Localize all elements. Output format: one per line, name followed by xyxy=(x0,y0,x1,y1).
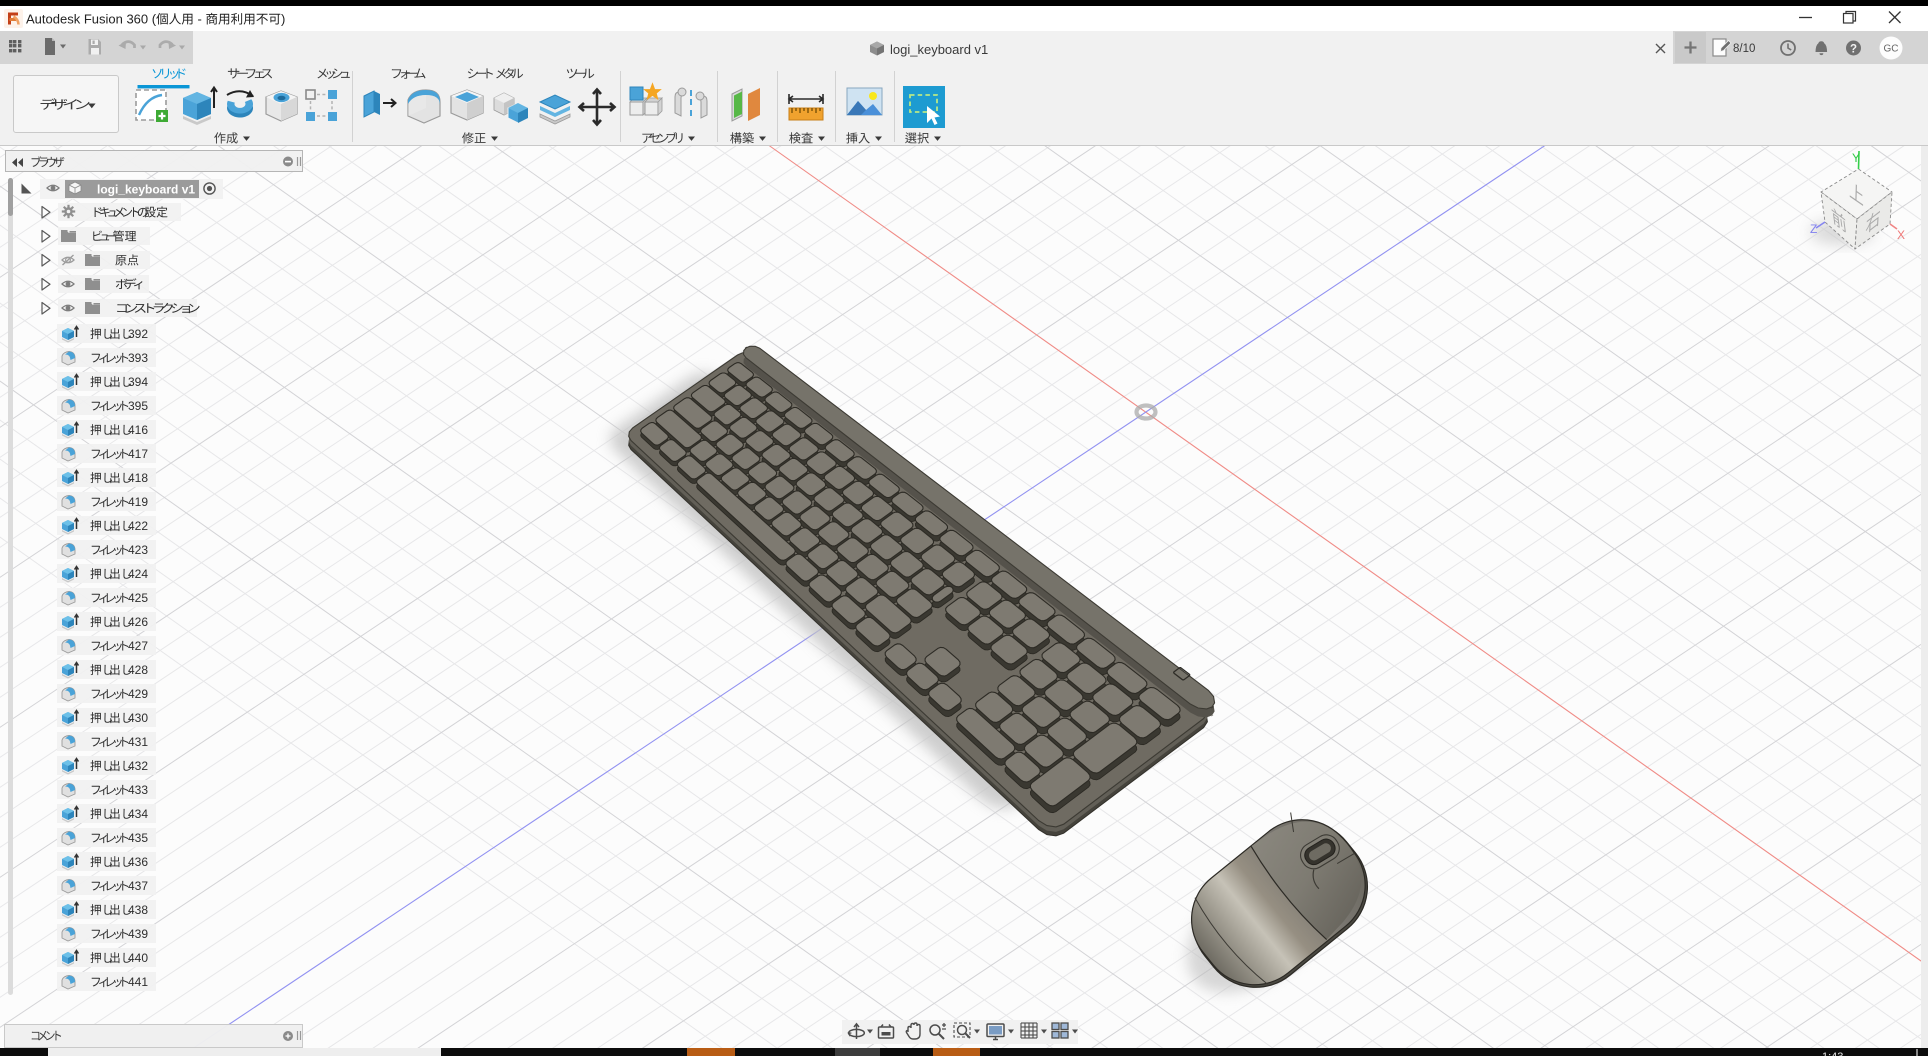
svg-text:434: 434 xyxy=(128,807,148,821)
svg-text:432: 432 xyxy=(128,759,148,773)
svg-text:426: 426 xyxy=(128,615,148,629)
svg-text:441: 441 xyxy=(128,975,148,989)
svg-text:424: 424 xyxy=(128,567,148,581)
svg-text:430: 430 xyxy=(128,711,148,725)
svg-text:-: - xyxy=(198,12,202,27)
svg-text:433: 433 xyxy=(128,783,148,797)
svg-text:437: 437 xyxy=(128,879,148,893)
svg-text:429: 429 xyxy=(128,687,148,701)
svg-text:Autodesk Fusion 360 (: Autodesk Fusion 360 ( xyxy=(26,12,157,27)
svg-text:439: 439 xyxy=(128,927,148,941)
svg-text:1:43: 1:43 xyxy=(1822,1051,1843,1056)
svg-text:440: 440 xyxy=(128,951,148,965)
svg-text:431: 431 xyxy=(128,735,148,749)
svg-text:392: 392 xyxy=(128,327,148,341)
svg-text:393: 393 xyxy=(128,351,148,365)
svg-text:logi_keyboard v1: logi_keyboard v1 xyxy=(890,42,988,57)
svg-text:): ) xyxy=(281,12,285,27)
svg-text:394: 394 xyxy=(128,375,148,389)
svg-text:8/10: 8/10 xyxy=(1733,43,1755,55)
svg-text:425: 425 xyxy=(128,591,148,605)
svg-text:416: 416 xyxy=(128,423,148,437)
svg-text:419: 419 xyxy=(128,495,148,509)
svg-text:423: 423 xyxy=(128,543,148,557)
svg-text:438: 438 xyxy=(128,903,148,917)
svg-text:418: 418 xyxy=(128,471,148,485)
svg-text:428: 428 xyxy=(128,663,148,677)
svg-text:395: 395 xyxy=(128,399,148,413)
svg-text:?: ? xyxy=(1850,44,1857,56)
svg-text:logi_keyboard v1: logi_keyboard v1 xyxy=(97,183,195,197)
svg-text:422: 422 xyxy=(128,519,148,533)
svg-text:GC: GC xyxy=(1884,44,1899,55)
svg-text:436: 436 xyxy=(128,855,148,869)
svg-text:435: 435 xyxy=(128,831,148,845)
svg-text:427: 427 xyxy=(128,639,148,653)
svg-text:417: 417 xyxy=(128,447,148,461)
